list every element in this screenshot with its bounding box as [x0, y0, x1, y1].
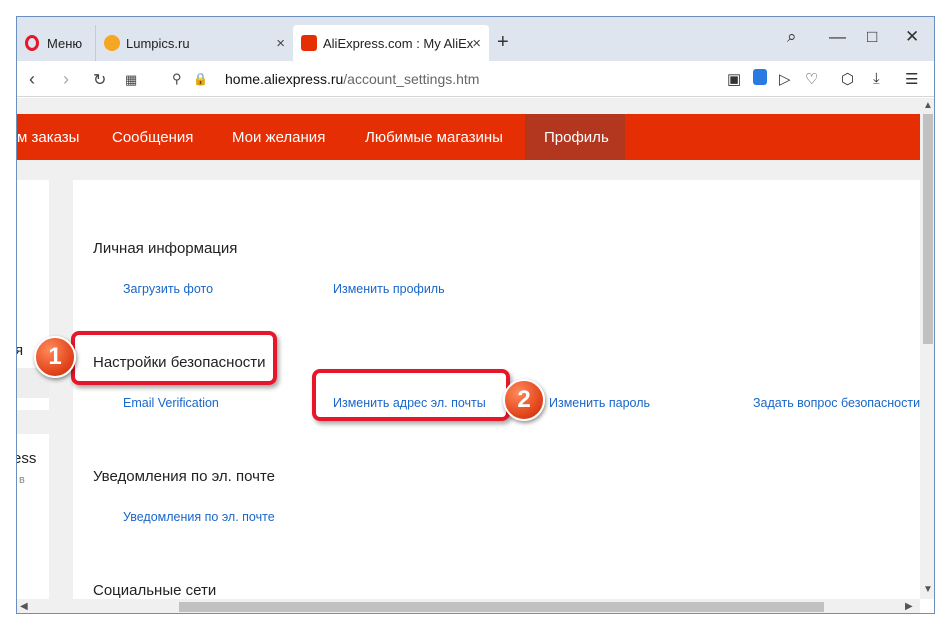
horizontal-scrollbar[interactable]: ◀ ▶ — [17, 599, 920, 613]
email-notifications-link[interactable]: Уведомления по эл. почте — [123, 510, 275, 524]
upload-photo-link[interactable]: Загрузить фото — [123, 282, 213, 296]
nav-item-messages[interactable]: Сообщения — [112, 129, 193, 146]
security-question-link[interactable]: Задать вопрос безопасности — [753, 396, 920, 410]
scroll-down-icon[interactable]: ▼ — [923, 584, 933, 595]
page-content: м заказы Сообщения Мои желания Любимые м… — [17, 98, 920, 599]
lock-icon: 🔒 — [193, 72, 208, 86]
nav-item-wishlist[interactable]: Мои желания — [232, 129, 325, 146]
section-title-email-notifications: Уведомления по эл. почте — [93, 468, 275, 485]
edit-profile-link[interactable]: Изменить профиль — [333, 282, 445, 296]
speed-dial-icon[interactable]: ▦ — [125, 72, 137, 88]
change-password-link[interactable]: Изменить пароль — [549, 396, 650, 410]
step-badge-2: 2 — [503, 379, 545, 421]
security-key-icon[interactable]: ⚲ — [172, 71, 182, 87]
nav-item-favorite-stores[interactable]: Любимые магазины — [365, 129, 503, 146]
maximize-icon[interactable]: □ — [867, 27, 877, 47]
step-badge-1: 1 — [34, 336, 76, 378]
lumpics-favicon-icon — [104, 35, 120, 51]
opera-logo-icon — [25, 35, 39, 51]
settings-icon[interactable]: ☰ — [905, 70, 918, 88]
browser-window: Меню Lumpics.ru × AliExpress.com : My Al… — [16, 16, 935, 614]
left-panel-fragment: я — [17, 342, 23, 359]
download-icon[interactable]: ⤓ — [873, 70, 880, 87]
email-verification-link[interactable]: Email Verification — [123, 396, 219, 410]
minimize-icon[interactable]: — — [829, 27, 846, 47]
section-title-social-networks: Социальные сети — [93, 582, 217, 599]
vertical-scrollbar[interactable]: ▲ ▼ — [920, 98, 934, 599]
tab-bar: Меню Lumpics.ru × AliExpress.com : My Al… — [17, 17, 934, 61]
tab-lumpics[interactable]: Lumpics.ru × — [95, 25, 293, 61]
opera-menu-button[interactable]: Меню — [17, 25, 97, 61]
left-panel-fragment: ess — [17, 450, 37, 467]
nav-item-profile[interactable]: Профиль — [544, 129, 609, 146]
send-icon[interactable]: ▷ — [779, 70, 791, 88]
close-window-icon[interactable]: ✕ — [905, 27, 919, 47]
search-icon[interactable]: ⌕ — [787, 27, 797, 47]
url-field[interactable]: home.aliexpress.ru/account_settings.htm — [225, 71, 479, 87]
close-tab-icon[interactable]: × — [276, 35, 285, 52]
forward-icon[interactable]: › — [63, 69, 69, 90]
scroll-up-icon[interactable]: ▲ — [923, 100, 933, 111]
close-tab-icon[interactable]: × — [472, 35, 481, 52]
section-title-personal-info: Личная информация — [93, 240, 238, 257]
heart-icon[interactable]: ♡ — [805, 70, 818, 88]
scroll-right-icon[interactable]: ▶ — [905, 601, 913, 612]
callout-security-settings — [71, 331, 277, 385]
vpn-shield-icon[interactable] — [753, 69, 767, 85]
address-bar: ‹ › ↻ ▦ ⚲ 🔒 home.aliexpress.ru/account_s… — [17, 61, 934, 97]
tab-aliexpress[interactable]: AliExpress.com : My AliExp × — [293, 25, 489, 61]
left-panel-fragment: в — [19, 474, 25, 486]
package-icon[interactable]: ⬡ — [841, 70, 854, 88]
account-nav-bar: м заказы Сообщения Мои желания Любимые м… — [17, 114, 920, 160]
tab-title: AliExpress.com : My AliExp — [323, 35, 473, 51]
url-path: /account_settings.htm — [343, 71, 480, 87]
reload-icon[interactable]: ↻ — [93, 70, 106, 90]
aliexpress-favicon-icon — [301, 35, 317, 51]
menu-label: Меню — [47, 35, 83, 51]
vertical-scroll-thumb[interactable] — [923, 114, 933, 344]
callout-change-email — [312, 369, 510, 421]
new-tab-button[interactable]: + — [497, 31, 509, 54]
horizontal-scroll-thumb[interactable] — [179, 602, 824, 612]
back-icon[interactable]: ‹ — [29, 69, 35, 90]
url-domain: home.aliexpress.ru — [225, 71, 344, 87]
nav-item-orders[interactable]: м заказы — [17, 129, 79, 146]
left-panel-bottom: ess в — [17, 434, 49, 599]
camera-icon[interactable]: ▣ — [727, 70, 741, 88]
tab-title: Lumpics.ru — [126, 35, 190, 51]
scroll-left-icon[interactable]: ◀ — [20, 601, 28, 612]
